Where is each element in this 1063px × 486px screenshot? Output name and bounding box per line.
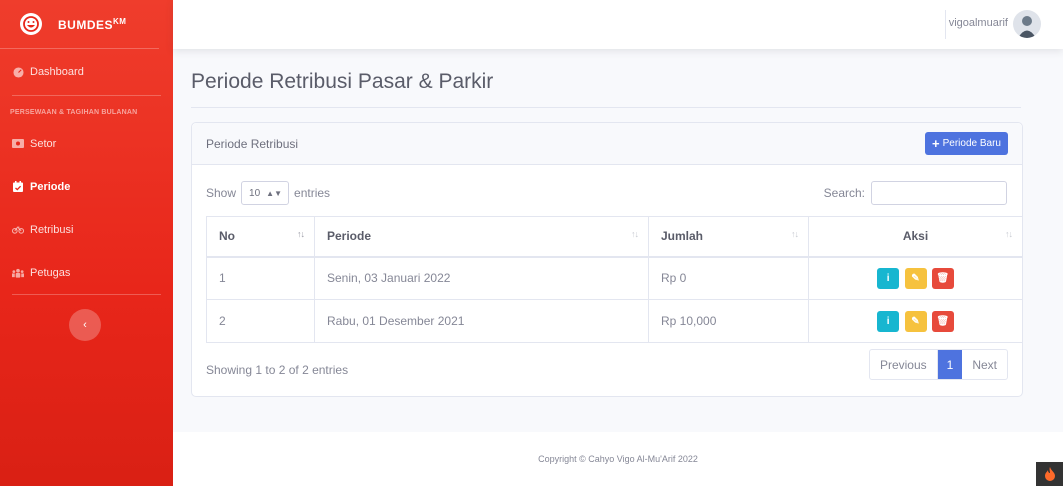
sidebar-toggle-button[interactable]: ‹: [69, 309, 101, 341]
topbar: vigoalmuarif: [173, 0, 1063, 49]
sidebar-item-setor[interactable]: Setor: [0, 122, 173, 165]
trash-icon: 🗑: [936, 272, 950, 284]
edit-icon: ✎: [911, 272, 920, 284]
delete-button[interactable]: 🗑: [931, 310, 954, 332]
table-row: 1 Senin, 03 Januari 2022 Rp 0 i ✎ 🗑: [206, 256, 1023, 300]
money-icon: [12, 138, 24, 150]
next-page-button[interactable]: Next: [962, 350, 1007, 379]
brand-name: BUMDESKM: [58, 16, 127, 32]
cell-jumlah: Rp 10,000: [648, 299, 809, 343]
sidebar-item-label: Petugas: [30, 266, 71, 279]
topbar-divider: [945, 10, 946, 39]
cell-no: 2: [206, 299, 315, 343]
flame-icon[interactable]: [1036, 462, 1063, 486]
card-title: Periode Retribusi: [206, 136, 299, 151]
cell-jumlah: Rp 0: [648, 256, 809, 300]
sort-updown-icon: ▲▼: [266, 188, 282, 198]
cell-aksi: i ✎ 🗑: [808, 299, 1023, 343]
copyright-text: Copyright © Cahyo Vigo Al-Mu'Arif 2022: [538, 454, 698, 464]
column-header-jumlah[interactable]: Jumlah ↑↓: [648, 216, 809, 258]
column-header-periode[interactable]: Periode ↑↓: [314, 216, 649, 258]
brand[interactable]: BUMDESKM: [0, 0, 159, 49]
delete-button[interactable]: 🗑: [931, 267, 954, 289]
users-icon: [12, 267, 24, 279]
entries-value: 10: [249, 187, 261, 199]
user-name[interactable]: vigoalmuarif: [949, 17, 1008, 29]
laugh-icon: [20, 13, 42, 35]
periode-card: Periode Retribusi + Periode Baru Show 10…: [191, 122, 1023, 397]
new-periode-label: Periode Baru: [942, 138, 1001, 149]
sidebar: BUMDESKM Dashboard PERSEWAAN & TAGIHAN B…: [0, 0, 173, 486]
sort-icon: ↑↓: [791, 229, 799, 239]
sidebar-item-petugas[interactable]: Petugas: [0, 251, 173, 294]
entries-length-control: Show 10 ▲▼ entries: [206, 181, 330, 205]
search-control: Search:: [824, 181, 1007, 205]
search-label: Search:: [823, 186, 865, 200]
table-info: Showing 1 to 2 of 2 entries: [206, 363, 349, 377]
periode-table: No ↑↓ Periode ↑↓ Jumlah ↑↓ Aksi ↑↓ 1 Senin, …: [206, 216, 1023, 343]
cell-aksi: i ✎ 🗑: [808, 256, 1023, 300]
cell-periode: Senin, 03 Januari 2022: [314, 256, 649, 300]
sidebar-item-label: Periode: [30, 180, 71, 193]
previous-page-button[interactable]: Previous: [870, 350, 938, 379]
dashboard-icon: [12, 66, 24, 78]
sort-icon: ↑↓: [297, 229, 305, 239]
column-header-no[interactable]: No ↑↓: [206, 216, 315, 258]
column-header-aksi[interactable]: Aksi ↑↓: [808, 216, 1023, 258]
table-header-row: No ↑↓ Periode ↑↓ Jumlah ↑↓ Aksi ↑↓: [206, 216, 1023, 258]
edit-button[interactable]: ✎: [904, 310, 927, 332]
info-icon: i: [886, 315, 890, 327]
pagination: Previous 1 Next: [868, 349, 1008, 380]
edit-icon: ✎: [911, 315, 920, 327]
entries-label: entries: [294, 186, 331, 200]
sidebar-heading: PERSEWAAN & TAGIHAN BULANAN: [10, 109, 138, 116]
new-periode-button[interactable]: + Periode Baru: [925, 132, 1008, 155]
info-icon: i: [886, 272, 890, 284]
cell-periode: Rabu, 01 Desember 2021: [314, 299, 649, 343]
sidebar-item-retribusi[interactable]: Retribusi: [0, 208, 173, 251]
table-row: 2 Rabu, 01 Desember 2021 Rp 10,000 i ✎ 🗑: [206, 299, 1023, 343]
trash-icon: 🗑: [936, 315, 950, 327]
sidebar-item-label: Dashboard: [30, 66, 84, 78]
title-divider: [191, 107, 1021, 108]
search-input[interactable]: [871, 181, 1007, 205]
sidebar-divider: [12, 294, 161, 295]
chevron-left-icon: ‹: [83, 319, 87, 331]
page-title: Periode Retribusi Pasar & Parkir: [191, 70, 494, 93]
calendar-icon: [12, 181, 24, 193]
entries-select[interactable]: 10 ▲▼: [241, 181, 290, 205]
cell-no: 1: [206, 256, 315, 300]
page-button-current[interactable]: 1: [937, 350, 963, 379]
sort-icon: ↑↓: [631, 229, 639, 239]
sidebar-item-label: Retribusi: [30, 223, 74, 236]
bicycle-icon: [12, 224, 24, 236]
plus-icon: +: [932, 136, 940, 151]
sidebar-item-periode[interactable]: Periode: [0, 165, 173, 208]
show-label: Show: [206, 186, 237, 200]
edit-button[interactable]: ✎: [904, 267, 927, 289]
footer: Copyright © Cahyo Vigo Al-Mu'Arif 2022: [173, 432, 1063, 486]
detail-button[interactable]: i: [877, 267, 900, 289]
sidebar-item-dashboard[interactable]: Dashboard: [0, 49, 173, 95]
sidebar-item-label: Setor: [30, 137, 57, 150]
card-header: Periode Retribusi + Periode Baru: [192, 123, 1022, 165]
detail-button[interactable]: i: [877, 310, 900, 332]
sort-icon: ↑↓: [1005, 229, 1013, 239]
avatar[interactable]: [1013, 10, 1041, 38]
